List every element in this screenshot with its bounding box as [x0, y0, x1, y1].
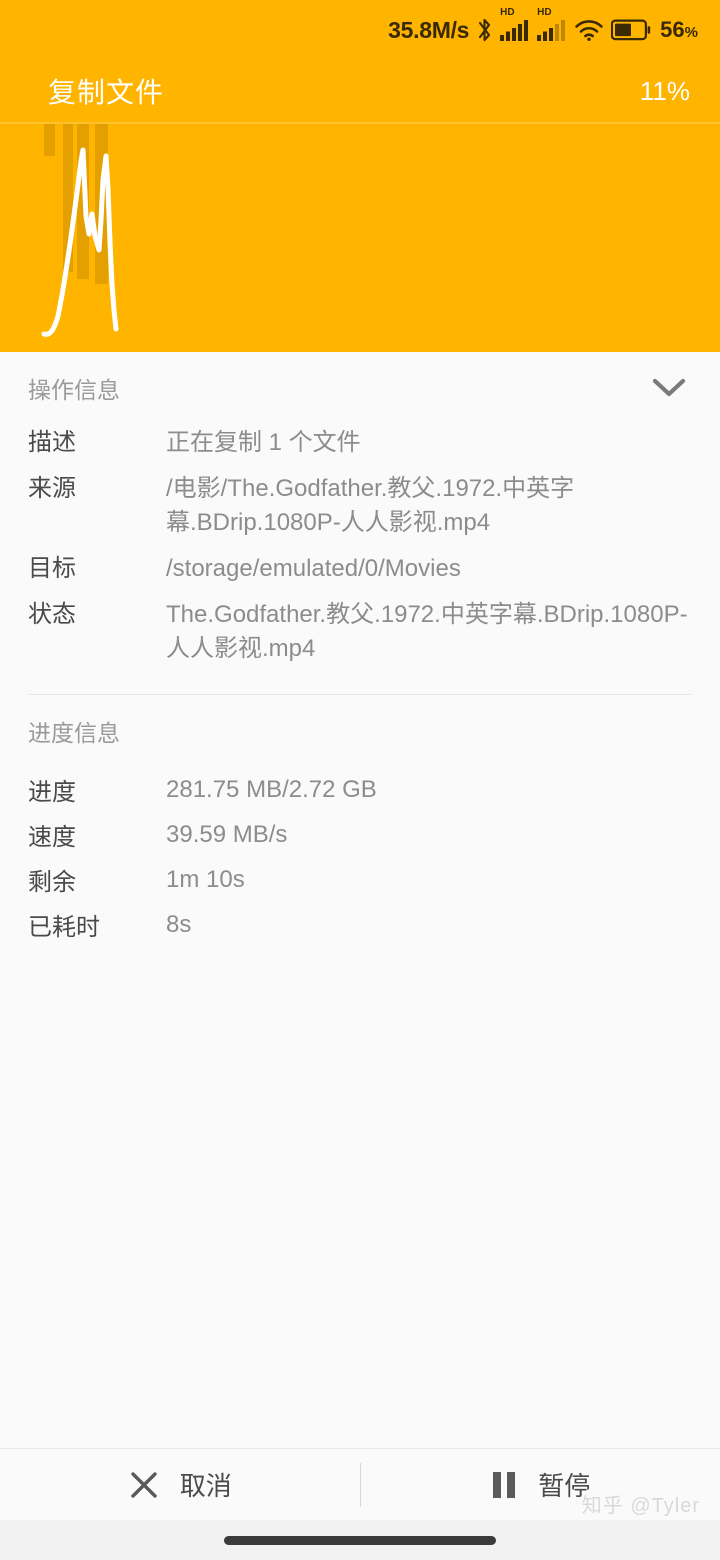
operation-info-section: 操作信息 描述 正在复制 1 个文件 来源 /电影/The.Godfather.… [0, 352, 720, 696]
battery-icon [611, 19, 651, 41]
sim1-hd-label: HD [500, 7, 515, 18]
operation-info-rows: 描述 正在复制 1 个文件 来源 /电影/The.Godfather.教父.19… [28, 414, 692, 672]
battery-percent: 56% [660, 17, 698, 43]
row-label: 目标 [28, 555, 76, 583]
sim2-hd-label: HD [537, 7, 552, 18]
row-label: 剩余 [28, 869, 76, 897]
cancel-button-label: 取消 [179, 1471, 232, 1501]
row-label: 来源 [28, 475, 76, 503]
watermark: 知乎 @Tyler [581, 1495, 700, 1517]
progress-info-rows: 进度 281.75 MB/2.72 GB 速度 39.59 MB/s 剩余 1m… [28, 767, 692, 947]
content-area: 操作信息 描述 正在复制 1 个文件 来源 /电影/The.Godfather.… [0, 352, 720, 1448]
progress-percent-label: 11% [639, 75, 690, 106]
row-value: 281.75 MB/2.72 GB [166, 775, 377, 803]
wifi-icon [574, 18, 604, 42]
operation-info-title: 操作信息 [28, 377, 120, 403]
row-value: The.Godfather.教父.1972.中英字幕.BDrip.1080P-人… [166, 601, 688, 663]
row-value: 正在复制 1 个文件 [166, 429, 361, 456]
row-label: 已耗时 [28, 914, 100, 942]
row-value: 1m 10s [166, 865, 245, 893]
speed-graph [0, 124, 720, 352]
battery-percent-value: 56 [660, 17, 685, 42]
network-speed-text: 35.8M/s [388, 16, 470, 43]
row-value: /storage/emulated/0/Movies [166, 555, 461, 583]
chevron-down-icon[interactable] [646, 365, 692, 411]
row-status: 状态 The.Godfather.教父.1972.中英字幕.BDrip.1080… [28, 592, 692, 672]
row-label: 速度 [28, 824, 76, 852]
home-gesture-pill[interactable] [224, 1535, 496, 1545]
status-bar: 35.8M/s HD HD 56% [0, 0, 720, 60]
row-speed: 速度 39.59 MB/s [28, 812, 692, 857]
row-source: 来源 /电影/The.Godfather.教父.1972.中英字幕.BDrip.… [28, 466, 692, 546]
header-panel: 35.8M/s HD HD 56% 复制文件 11% [0, 0, 720, 352]
signal-sim1-icon: HD [500, 8, 530, 41]
progress-info-title: 进度信息 [28, 720, 120, 747]
row-remaining: 剩余 1m 10s [28, 857, 692, 902]
pause-icon [490, 1469, 518, 1501]
progress-info-header: 进度信息 [28, 695, 692, 767]
row-progress: 进度 281.75 MB/2.72 GB [28, 767, 692, 812]
row-description: 描述 正在复制 1 个文件 [28, 420, 692, 466]
row-value: /电影/The.Godfather.教父.1972.中英字幕.BDrip.108… [166, 475, 575, 537]
row-label: 描述 [28, 429, 76, 456]
title-row: 复制文件 11% [0, 60, 720, 122]
page-title: 复制文件 [48, 77, 165, 108]
operation-info-header[interactable]: 操作信息 [28, 352, 692, 414]
signal-sim2-icon: HD [537, 8, 567, 41]
speed-graph-svg [0, 124, 720, 352]
row-value: 8s [166, 910, 192, 938]
system-nav-bar [0, 1520, 720, 1560]
bluetooth-icon [476, 17, 493, 43]
row-label: 状态 [28, 601, 76, 629]
close-icon [128, 1469, 160, 1501]
progress-info-section: 进度信息 进度 281.75 MB/2.72 GB 速度 39.59 MB/s … [0, 695, 720, 947]
row-value: 39.59 MB/s [166, 820, 288, 848]
row-elapsed: 已耗时 8s [28, 902, 692, 947]
copy-files-screen: 35.8M/s HD HD 56% 复制文件 11% 操作信息 描述 正在复制 … [0, 0, 720, 1560]
cancel-button[interactable]: 取消 [0, 1449, 360, 1521]
battery-percent-symbol: % [684, 24, 698, 41]
row-target: 目标 /storage/emulated/0/Movies [28, 546, 692, 592]
row-label: 进度 [28, 779, 76, 807]
